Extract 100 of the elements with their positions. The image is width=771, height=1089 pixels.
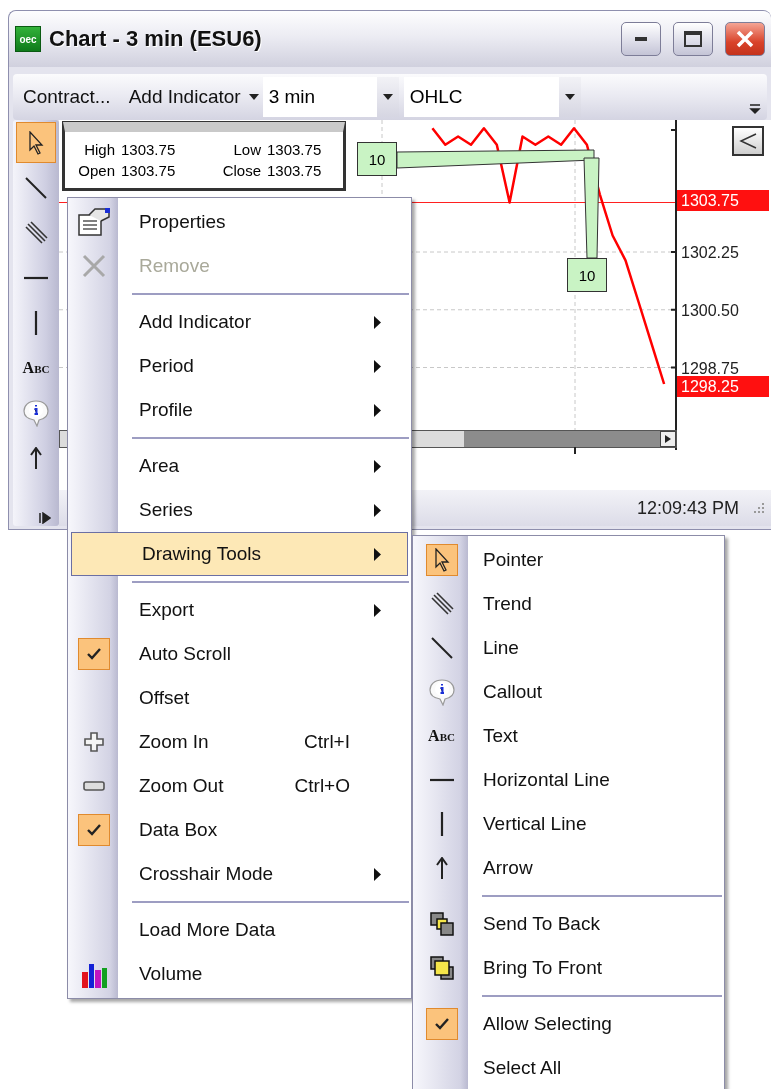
menu-item[interactable]: Auto Scroll	[68, 632, 411, 676]
window-title: Chart - 3 min (ESU6)	[49, 26, 263, 52]
info-bubble-icon	[22, 398, 50, 427]
menu-item[interactable]: Area	[68, 444, 411, 488]
data-value: 1303.75	[267, 141, 323, 158]
scroll-thumb[interactable]	[464, 431, 660, 447]
menu-item[interactable]: Add Indicator	[68, 300, 411, 344]
maximize-icon	[684, 31, 702, 47]
menu-item[interactable]: Properties	[68, 200, 411, 244]
menu-item[interactable]: Offset	[68, 676, 411, 720]
menu-item[interactable]: Abc Text	[413, 714, 724, 758]
close-button[interactable]	[725, 22, 765, 56]
data-value: 1303.75	[121, 162, 177, 179]
submenu-arrow-icon	[373, 603, 381, 617]
minimize-button[interactable]	[621, 22, 661, 56]
info-bubble-icon	[427, 678, 456, 706]
axis-label: 1298.75	[681, 359, 739, 377]
menu-item[interactable]: Send To Back	[413, 902, 724, 946]
status-time: 12:09:43 PM	[636, 497, 739, 519]
menu-item[interactable]: Period	[68, 344, 411, 388]
submenu-arrow-icon	[373, 359, 381, 373]
menu-item[interactable]: Trend	[413, 582, 724, 626]
resize-grip-icon[interactable]	[751, 501, 765, 515]
cross-icon	[82, 254, 106, 278]
x-tick-mark	[574, 446, 576, 455]
dropdown-field[interactable]: 3 min	[262, 77, 399, 117]
submenu-arrow-icon	[373, 547, 381, 561]
chart-callout[interactable]: 10	[567, 258, 607, 292]
menu-item[interactable]: Crosshair Mode	[68, 852, 411, 896]
parallel-lines-icon	[429, 592, 454, 616]
diagonal-line-icon	[24, 175, 48, 200]
chart-callout[interactable]: 10	[357, 142, 397, 176]
submenu-arrow-icon	[373, 867, 381, 881]
vertical-line-icon	[34, 310, 38, 335]
check-mark-icon	[433, 1017, 450, 1031]
toolbar-dropdown-button[interactable]: Add Indicator	[126, 82, 261, 112]
data-label: Close	[221, 162, 262, 179]
drawing-tool-button[interactable]	[16, 122, 56, 163]
pointer-icon	[433, 548, 450, 572]
expand-arrow-icon[interactable]	[39, 512, 51, 524]
price-tag: 1303.75	[677, 190, 769, 211]
close-icon	[736, 30, 754, 48]
collapse-button[interactable]	[732, 126, 764, 156]
toolbar-button[interactable]: Contract...	[21, 82, 113, 112]
caret-icon	[248, 94, 259, 100]
price-tag: 1298.25	[677, 376, 769, 397]
data-label: Open	[77, 162, 116, 179]
minus-icon	[83, 781, 105, 791]
drawing-tool-button[interactable]: Abc	[16, 347, 56, 388]
menu-item[interactable]: Profile	[68, 388, 411, 432]
data-label: High	[83, 141, 116, 158]
dropdown-field[interactable]: OHLC	[403, 77, 581, 117]
overflow-chevron-icon[interactable]	[749, 102, 761, 116]
horizontal-line-icon	[429, 778, 454, 782]
diagonal-line-icon	[429, 636, 454, 660]
data-value: 1303.75	[267, 162, 323, 179]
menu-item[interactable]: Drawing Tools	[71, 532, 408, 576]
parallel-lines-icon	[24, 220, 48, 245]
submenu-arrow-icon	[373, 403, 381, 417]
shortcut-text: Ctrl+I	[304, 731, 351, 753]
up-arrow-icon	[435, 857, 448, 879]
right-triangle-icon	[665, 435, 671, 443]
menu-item[interactable]: Vertical Line	[413, 802, 724, 846]
maximize-button[interactable]	[673, 22, 713, 56]
axis-label: 1302.25	[681, 244, 739, 261]
vertical-line-icon	[439, 812, 444, 836]
menu-item[interactable]: Zoom Out Ctrl+O	[68, 764, 411, 808]
menu-item[interactable]: Volume	[68, 952, 411, 996]
shortcut-text: Ctrl+O	[294, 775, 351, 797]
submenu-arrow-icon	[373, 459, 381, 473]
menu-item[interactable]: Export	[68, 588, 411, 632]
app-logo: oec	[15, 26, 41, 52]
menu-item[interactable]: Series	[68, 488, 411, 532]
minimize-icon	[635, 37, 647, 41]
menu-item[interactable]: Pointer	[413, 538, 724, 582]
menu-item[interactable]: Zoom In Ctrl+I	[68, 720, 411, 764]
menu-item[interactable]: Bring To Front	[413, 946, 724, 990]
overlapping-squares-icon	[428, 955, 455, 981]
data-value: 1303.75	[121, 141, 177, 158]
left-chevron-icon	[738, 132, 758, 150]
menu-item[interactable]: Allow Selecting	[413, 1002, 724, 1046]
axis-label: 1300.50	[681, 301, 739, 319]
menu-item[interactable]: Callout	[413, 670, 724, 714]
scroll-right-button[interactable]	[660, 431, 676, 447]
horizontal-line-icon	[24, 275, 48, 280]
properties-icon	[77, 207, 111, 237]
check-mark-icon	[86, 647, 102, 661]
menu-item[interactable]: Select All	[413, 1046, 724, 1089]
abc-icon: Abc	[428, 727, 455, 745]
menu-item[interactable]: Arrow	[413, 846, 724, 890]
menu-item[interactable]: Line	[413, 626, 724, 670]
pointer-icon	[28, 130, 44, 155]
check-mark-icon	[86, 823, 102, 837]
submenu-arrow-icon	[373, 503, 381, 517]
menu-item[interactable]: Horizontal Line	[413, 758, 724, 802]
menu-item[interactable]: Data Box	[68, 808, 411, 852]
dropdown-caret-icon	[382, 94, 393, 100]
menu-item[interactable]: Load More Data	[68, 908, 411, 952]
dropdown-caret-icon	[564, 94, 575, 100]
abc-icon: Abc	[22, 358, 50, 377]
